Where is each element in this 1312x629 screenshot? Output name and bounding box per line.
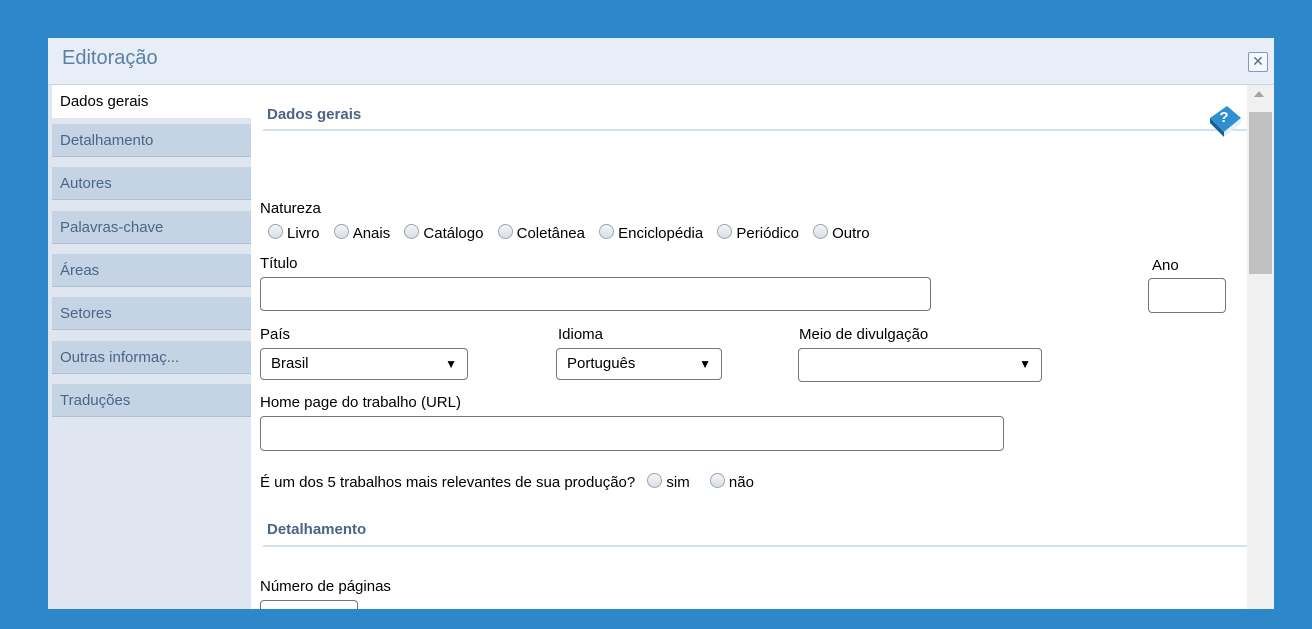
radio-icon[interactable] [717, 224, 733, 239]
natureza-option-catalogo[interactable]: Catálogo [404, 224, 483, 242]
tab-autores[interactable]: Autores [52, 167, 251, 200]
radio-icon[interactable] [647, 473, 663, 488]
pais-select[interactable]: Brasil ▼ [260, 348, 468, 380]
dialog-titlebar: Editoração ✕ [48, 38, 1274, 85]
ano-label: Ano [1152, 257, 1179, 274]
radio-icon[interactable] [333, 224, 349, 239]
idioma-selected-value: Português [567, 355, 636, 372]
natureza-option-anais[interactable]: Anais [333, 224, 390, 242]
section-divider [263, 545, 1247, 547]
tab-traducoes[interactable]: Traduções [52, 384, 251, 417]
idioma-label: Idioma [558, 326, 604, 343]
titulo-input[interactable] [260, 277, 931, 311]
relevante-question: É um dos 5 trabalhos mais relevantes de … [260, 474, 636, 491]
sidebar-tabs: Dados gerais Detalhamento Autores Palavr… [48, 85, 251, 609]
tab-dados-gerais[interactable]: Dados gerais [52, 85, 251, 118]
tab-detalhamento[interactable]: Detalhamento [52, 124, 251, 157]
help-book-icon[interactable]: ? [1207, 104, 1243, 143]
relevante-option-sim[interactable]: sim [647, 473, 690, 491]
meio-divulgacao-label: Meio de divulgação [799, 326, 929, 343]
natureza-radio-group: Livro Anais Catálogo Coletânea Enciclopé… [268, 224, 880, 242]
ano-input[interactable] [1148, 278, 1226, 313]
close-icon[interactable]: ✕ [1248, 52, 1268, 72]
triangle-down-icon: ▼ [1019, 357, 1031, 371]
natureza-option-enciclopedia[interactable]: Enciclopédia [599, 224, 703, 242]
natureza-option-periodico[interactable]: Periódico [717, 224, 799, 242]
radio-icon[interactable] [599, 224, 615, 239]
homepage-input[interactable] [260, 416, 1004, 451]
numero-paginas-label: Número de páginas [260, 578, 391, 595]
tab-setores[interactable]: Setores [52, 297, 251, 330]
editoracao-dialog: Editoração ✕ Dados gerais Detalhamento A… [48, 38, 1274, 609]
vertical-scrollbar[interactable] [1247, 85, 1274, 609]
meio-divulgacao-select[interactable]: ▼ [798, 348, 1042, 382]
scrollbar-thumb[interactable] [1249, 112, 1272, 274]
section-heading-detalhamento: Detalhamento [267, 521, 367, 538]
homepage-label: Home page do trabalho (URL) [260, 394, 461, 411]
radio-icon[interactable] [268, 224, 283, 239]
tab-outras-informacoes[interactable]: Outras informaç... [52, 341, 251, 374]
natureza-option-livro[interactable]: Livro [268, 224, 320, 242]
scroll-up-arrow-icon[interactable] [1254, 91, 1264, 97]
svg-text:?: ? [1219, 109, 1228, 126]
form-content: Dados gerais ? Natureza Livro Anais Catá… [251, 85, 1247, 609]
tab-areas[interactable]: Áreas [52, 254, 251, 287]
relevante-question-row: É um dos 5 trabalhos mais relevantes de … [260, 473, 764, 491]
radio-icon[interactable] [709, 473, 725, 488]
triangle-down-icon: ▼ [445, 357, 457, 371]
titulo-label: Título [260, 255, 298, 272]
radio-icon[interactable] [813, 224, 829, 239]
tab-palavras-chave[interactable]: Palavras-chave [52, 211, 251, 244]
radio-icon[interactable] [497, 224, 513, 239]
pais-selected-value: Brasil [271, 355, 309, 372]
radio-icon[interactable] [404, 224, 420, 239]
triangle-down-icon: ▼ [699, 357, 711, 371]
dialog-title: Editoração [62, 47, 158, 69]
relevante-option-nao[interactable]: não [709, 473, 754, 491]
section-heading-dados-gerais: Dados gerais [267, 106, 362, 123]
natureza-option-coletanea[interactable]: Coletânea [497, 224, 585, 242]
section-divider [263, 129, 1247, 131]
idioma-select[interactable]: Português ▼ [556, 348, 722, 380]
natureza-option-outro[interactable]: Outro [813, 224, 870, 242]
pais-label: País [260, 326, 291, 343]
natureza-label: Natureza [260, 200, 321, 217]
numero-paginas-input[interactable] [260, 600, 358, 609]
